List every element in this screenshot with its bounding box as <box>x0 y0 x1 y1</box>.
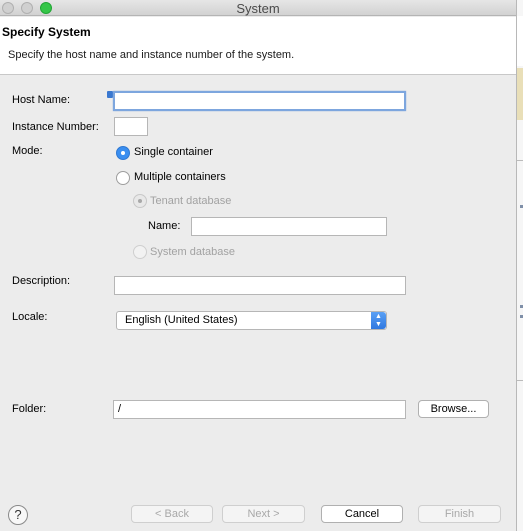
system-form: Host Name: Instance Number: Mode: Single… <box>0 76 516 496</box>
next-button[interactable]: Next > <box>222 505 305 523</box>
description-label: Description: <box>12 275 71 287</box>
page-title: Specify System <box>2 25 91 39</box>
finish-button[interactable]: Finish <box>418 505 501 523</box>
title-bar: System <box>0 0 516 16</box>
tenant-name-field[interactable] <box>191 217 387 236</box>
host-name-label: Host Name: <box>12 94 71 106</box>
description-field[interactable] <box>114 276 406 295</box>
tenant-database-radio[interactable] <box>133 194 147 208</box>
multiple-containers-radio[interactable] <box>116 171 130 185</box>
back-button[interactable]: < Back <box>131 505 213 523</box>
single-container-label[interactable]: Single container <box>134 146 213 158</box>
system-database-radio[interactable] <box>133 245 147 259</box>
page-description: Specify the host name and instance numbe… <box>8 49 295 61</box>
single-container-radio[interactable] <box>116 146 130 160</box>
wizard-header: Specify System Specify the host name and… <box>0 17 516 75</box>
instance-number-label: Instance Number: <box>12 121 99 133</box>
browse-button[interactable]: Browse... <box>418 400 489 418</box>
locale-value: English (United States) <box>125 314 238 326</box>
instance-number-field[interactable] <box>114 117 148 136</box>
locale-label: Locale: <box>12 311 48 323</box>
tenant-database-label: Tenant database <box>150 195 232 207</box>
name-label: Name: <box>148 220 181 232</box>
multiple-containers-label[interactable]: Multiple containers <box>134 171 226 183</box>
folder-field[interactable]: / <box>113 400 406 419</box>
system-database-label: System database <box>150 246 235 258</box>
cancel-button[interactable]: Cancel <box>321 505 403 523</box>
folder-label: Folder: <box>12 403 47 415</box>
host-name-field[interactable] <box>113 91 406 111</box>
locale-select[interactable]: English (United States) ▲ ▼ <box>116 311 387 330</box>
select-chevron-icon: ▲ ▼ <box>371 312 386 329</box>
window-title: System <box>236 1 280 16</box>
mode-label: Mode: <box>12 145 43 157</box>
background-window-edge <box>516 0 523 531</box>
help-icon[interactable]: ? <box>8 505 28 525</box>
